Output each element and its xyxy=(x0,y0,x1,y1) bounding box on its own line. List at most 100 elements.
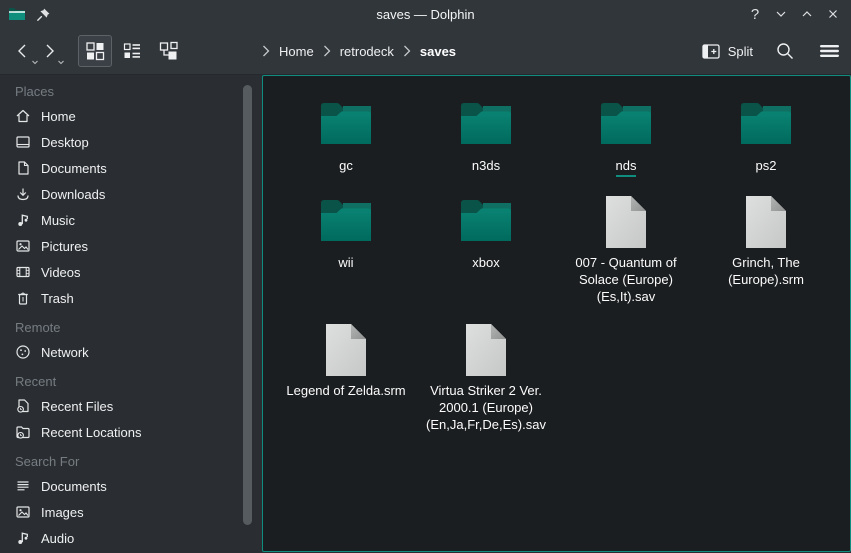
folder-view[interactable]: gc n3ds nds ps2 wii xyxy=(262,75,851,552)
back-button[interactable] xyxy=(10,36,36,66)
folder-icon xyxy=(318,97,374,153)
back-icon xyxy=(14,42,32,60)
folder-item-n3ds[interactable]: n3ds xyxy=(416,92,556,189)
recent-file-icon xyxy=(14,398,31,415)
icons-view-button[interactable] xyxy=(78,35,112,67)
sidebar-item-label: Trash xyxy=(41,291,74,306)
item-label: n3ds xyxy=(472,157,500,174)
sidebar-item-home[interactable]: Home xyxy=(0,103,262,129)
maximize-button[interactable] xyxy=(797,4,817,24)
split-view-button[interactable]: Split xyxy=(702,43,753,60)
chevron-right-icon xyxy=(262,45,270,57)
sidebar-item-network[interactable]: Network xyxy=(0,339,262,365)
section-header-search-for: Search For xyxy=(0,451,262,473)
folder-icon xyxy=(738,97,794,153)
item-label: Virtua Striker 2 Ver. 2000.1 (Europe) (E… xyxy=(420,382,552,433)
tree-view-button[interactable] xyxy=(152,35,186,67)
folder-item-xbox[interactable]: xbox xyxy=(416,189,556,317)
desktop-icon xyxy=(14,134,31,151)
help-button[interactable]: ? xyxy=(745,4,765,24)
breadcrumb: Home retrodeck saves xyxy=(262,28,456,74)
item-label: nds xyxy=(616,157,637,177)
music-note-icon xyxy=(14,530,31,547)
sidebar-item-desktop[interactable]: Desktop xyxy=(0,129,262,155)
network-icon xyxy=(14,344,31,361)
sidebar-item-label: Desktop xyxy=(41,135,89,150)
section-header-recent: Recent xyxy=(0,371,262,393)
download-icon xyxy=(14,186,31,203)
titlebar[interactable]: saves — Dolphin ? xyxy=(0,0,851,28)
split-view-icon xyxy=(702,43,721,60)
recent-folder-icon xyxy=(14,424,31,441)
close-icon xyxy=(826,7,840,21)
sidebar-item-label: Recent Locations xyxy=(41,425,141,440)
sidebar-item-trash[interactable]: Trash xyxy=(0,285,262,311)
pin-icon xyxy=(36,7,51,22)
toolbar: Home retrodeck saves Split xyxy=(0,28,851,75)
sidebar-item-label: Documents xyxy=(41,479,107,494)
close-button[interactable] xyxy=(823,4,843,24)
sidebar-item-search-images[interactable]: Images xyxy=(0,499,262,525)
breadcrumb-home[interactable]: Home xyxy=(279,44,314,59)
folder-icon xyxy=(458,97,514,153)
home-icon xyxy=(14,108,31,125)
sidebar-item-recent-files[interactable]: Recent Files xyxy=(0,393,262,419)
sidebar-item-search-documents[interactable]: Documents xyxy=(0,473,262,499)
folder-item-nds[interactable]: nds xyxy=(556,92,696,189)
minimize-button[interactable] xyxy=(771,4,791,24)
sidebar-item-recent-locations[interactable]: Recent Locations xyxy=(0,419,262,445)
picture-icon xyxy=(14,504,31,521)
breadcrumb-retrodeck[interactable]: retrodeck xyxy=(340,44,394,59)
picture-icon xyxy=(14,238,31,255)
sidebar-item-downloads[interactable]: Downloads xyxy=(0,181,262,207)
sidebar-item-label: Recent Files xyxy=(41,399,113,414)
split-button-label: Split xyxy=(728,44,753,59)
section-header-places: Places xyxy=(0,81,262,103)
file-item-legend-of-zelda[interactable]: Legend of Zelda.srm xyxy=(276,317,416,445)
file-item-007-quantum-of-solace[interactable]: 007 - Quantum of Solace (Europe) (Es,It)… xyxy=(556,189,696,317)
sidebar-item-label: Audio xyxy=(41,531,74,546)
file-item-virtua-striker-2[interactable]: Virtua Striker 2 Ver. 2000.1 (Europe) (E… xyxy=(416,317,556,445)
folder-icon xyxy=(458,194,514,250)
sidebar-item-label: Home xyxy=(41,109,76,124)
item-label: wii xyxy=(338,254,353,271)
hamburger-menu-icon xyxy=(819,43,840,59)
item-label: xbox xyxy=(472,254,499,271)
maximize-icon xyxy=(800,7,814,21)
item-label: ps2 xyxy=(756,157,777,174)
sidebar-item-videos[interactable]: Videos xyxy=(0,259,262,285)
sidebar-scrollbar[interactable] xyxy=(243,85,252,525)
breadcrumb-current[interactable]: saves xyxy=(420,44,456,59)
details-view-button[interactable] xyxy=(115,35,149,67)
sidebar-item-documents[interactable]: Documents xyxy=(0,155,262,181)
folder-item-ps2[interactable]: ps2 xyxy=(696,92,836,189)
places-panel: Places Home Desktop Documents Downloads … xyxy=(0,75,262,553)
search-button[interactable] xyxy=(773,39,797,63)
menu-button[interactable] xyxy=(817,39,841,63)
sidebar-item-label: Downloads xyxy=(41,187,105,202)
dolphin-window: saves — Dolphin ? xyxy=(0,0,851,553)
folder-item-gc[interactable]: gc xyxy=(276,92,416,189)
search-icon xyxy=(775,41,795,61)
help-icon: ? xyxy=(751,6,759,23)
document-icon xyxy=(14,160,31,177)
film-icon xyxy=(14,264,31,281)
music-note-icon xyxy=(14,212,31,229)
sidebar-item-label: Images xyxy=(41,505,84,520)
sidebar-item-search-audio[interactable]: Audio xyxy=(0,525,262,551)
file-icon xyxy=(598,194,654,250)
file-item-grinch-the[interactable]: Grinch, The (Europe).srm xyxy=(696,189,836,317)
sidebar-item-pictures[interactable]: Pictures xyxy=(0,233,262,259)
item-label: gc xyxy=(339,157,353,174)
forward-button[interactable] xyxy=(36,36,62,66)
section-header-remote: Remote xyxy=(0,317,262,339)
forward-icon xyxy=(40,42,58,60)
sidebar-item-music[interactable]: Music xyxy=(0,207,262,233)
text-lines-icon xyxy=(14,478,31,495)
item-label: Grinch, The (Europe).srm xyxy=(700,254,832,288)
folder-icon xyxy=(598,97,654,153)
folder-item-wii[interactable]: wii xyxy=(276,189,416,317)
chevron-right-icon xyxy=(403,45,411,57)
chevron-right-icon xyxy=(323,45,331,57)
window-title: saves — Dolphin xyxy=(0,7,851,22)
